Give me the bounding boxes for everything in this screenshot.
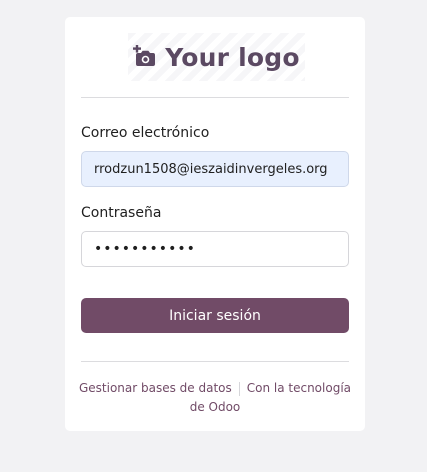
login-button[interactable]: Iniciar sesión (81, 298, 349, 333)
password-field[interactable] (81, 231, 349, 267)
add-photo-icon (133, 45, 156, 66)
header-divider (81, 97, 349, 98)
footer-divider (81, 361, 349, 362)
logo-text: Your logo (165, 42, 300, 72)
password-label: Contraseña (81, 205, 162, 221)
email-field[interactable] (81, 151, 349, 187)
email-label: Correo electrónico (81, 125, 210, 141)
footer-links: Gestionar bases de datos Con la tecnologí… (75, 379, 355, 417)
manage-databases-link[interactable]: Gestionar bases de datos (79, 381, 232, 395)
company-logo: Your logo (128, 33, 305, 81)
footer-separator (238, 381, 240, 396)
powered-by-brand: Odoo (208, 400, 241, 414)
login-card: Your logo Correo electrónico Contraseña … (65, 17, 365, 431)
